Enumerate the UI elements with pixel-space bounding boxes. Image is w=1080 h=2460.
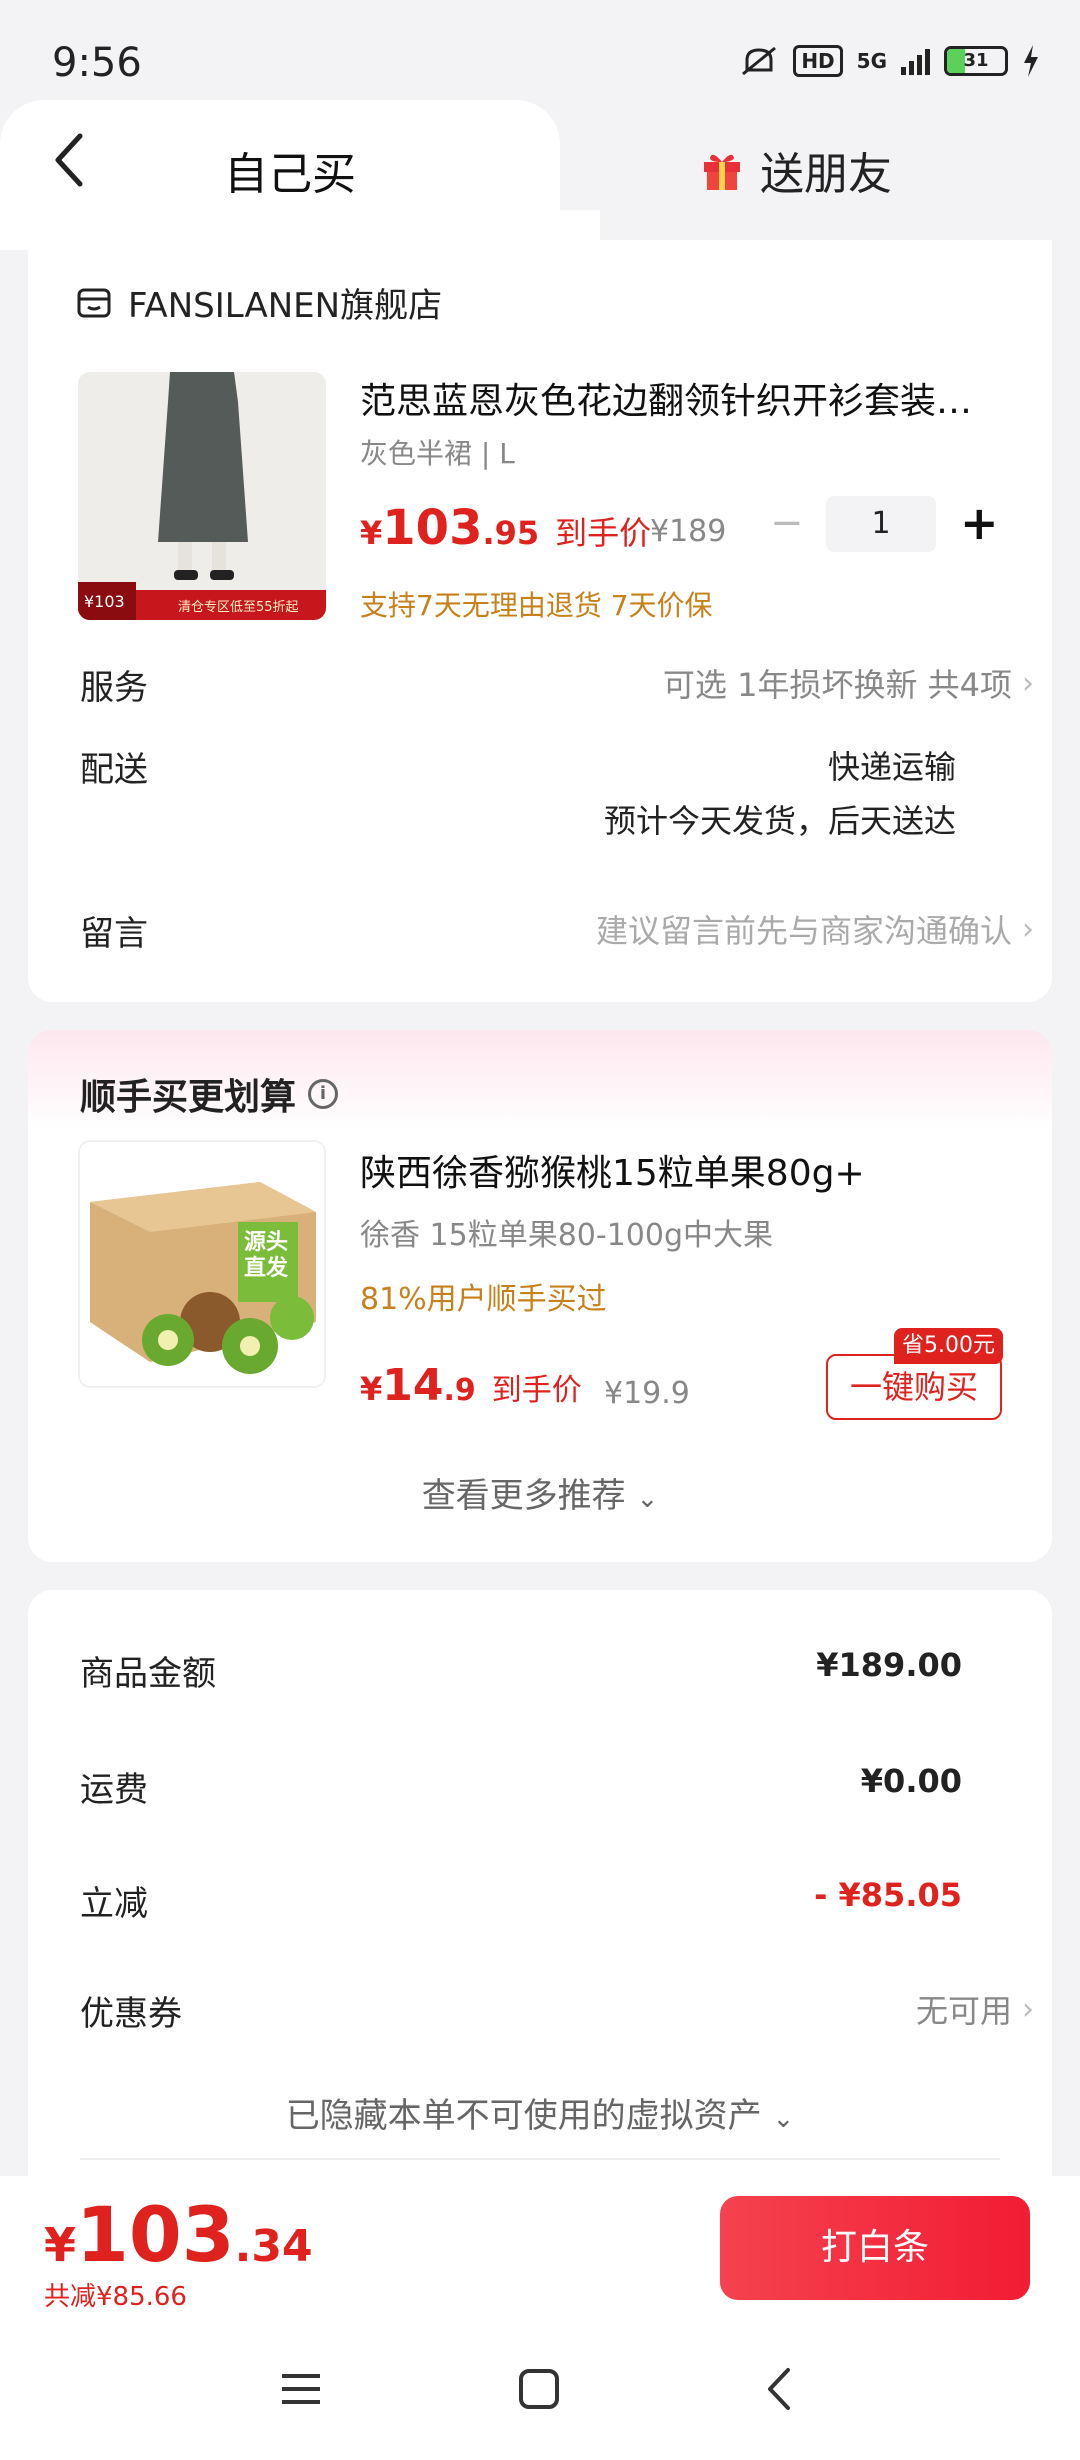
charging-icon [1024,45,1038,77]
store-icon [77,288,111,317]
status-time: 9:56 [52,40,142,86]
status-icons: HD 5G 31 [739,44,1040,78]
network-label: 5G [856,49,887,73]
menu-icon[interactable] [278,2366,324,2412]
recommend-title: 顺手买更划算 i [80,1068,339,1120]
rec-price-tag: 到手价 [491,1373,582,1408]
home-icon[interactable] [516,2366,562,2412]
tab-gift-label: 送朋友 [760,149,892,200]
coupon-row[interactable]: 无可用 › [916,1986,1034,2032]
recommend-title-text: 顺手买更划算 [80,1077,297,1118]
price-tag: 到手价 [555,514,652,552]
store-row[interactable]: FANSILANEN旗舰店 [76,278,442,327]
recommend-name[interactable]: 陕西徐香猕猴桃15粒单果80g+ [360,1144,865,1196]
discount-label: 立减 [80,1884,148,1924]
store-name: FANSILANEN旗舰店 [128,286,443,326]
price-int: 103 [382,500,483,556]
hd-icon: HD [793,45,843,77]
recommend-orig-price: ¥19.9 [604,1376,690,1411]
message-row[interactable]: 建议留言前先与商家沟通确认 › [596,906,1034,952]
shipping-value: ¥0.00 [860,1762,962,1800]
total-currency: ¥ [44,2218,77,2272]
chevron-right-icon: › [1022,665,1034,701]
guarantee-text: 支持7天无理由退货 7天价保 [360,589,713,622]
product-title[interactable]: 范思蓝恩灰色花边翻领针织开衫套装女… [360,372,1000,424]
goods-amount-value: ¥189.00 [816,1646,962,1684]
delivery-label: 配送 [80,750,148,790]
message-placeholder: 建议留言前先与商家沟通确认 [595,912,1012,950]
chevron-right-icon: › [1022,1991,1034,2027]
total-saved: 共减¥85.66 [44,2282,187,2312]
shipping-label: 运费 [80,1770,148,1810]
image-badge-text: 清仓专区低至55折起 [178,600,299,615]
recommend-pct: 81%用户顺手买过 [360,1282,607,1317]
quantity-minus-button[interactable]: − [770,500,804,546]
price-dec: .95 [482,514,540,552]
service-row[interactable]: 可选 1年损坏换新 共4项 › [663,660,1034,706]
hidden-assets-label: 已隐藏本单不可使用的虚拟资产 [285,2096,762,2136]
hidden-assets-link[interactable]: 已隐藏本单不可使用的虚拟资产 ⌄ [28,2088,1052,2137]
message-label: 留言 [80,914,148,954]
save-badge: 省5.00元 [894,1328,1003,1364]
total-int: 103 [76,2190,235,2279]
product-sku[interactable]: 灰色半裙 | L [360,432,515,472]
total-price: ¥ 103 .34 [44,2190,313,2279]
recommend-price: ¥ 14 .9 到手价 [360,1360,582,1411]
image-badge-price: ¥103 [84,592,125,611]
rec-price-dec: .9 [443,1373,476,1408]
chevron-right-icon: › [1022,911,1034,947]
total-dec: .34 [234,2221,313,2272]
skirt-image [78,372,326,620]
service-label: 服务 [80,668,148,708]
box-text: 源头直发 [244,1230,289,1281]
quantity-plus-button[interactable]: + [960,496,999,550]
tab-self[interactable]: 自己买 [0,138,580,202]
coupon-label: 优惠券 [80,1994,182,2034]
more-recommend-link[interactable]: 查看更多推荐 ⌄ [28,1468,1052,1517]
info-icon[interactable]: i [308,1079,339,1109]
rec-price-int: 14 [382,1360,444,1411]
coupon-value: 无可用 [915,1992,1012,2030]
mute-vibrate-icon [742,46,777,76]
delivery-eta: 预计今天发货，后天送达 [603,802,956,840]
product-image[interactable]: ¥103 清仓专区低至55折起 [78,372,326,620]
back-nav-icon[interactable] [758,2366,804,2412]
tab-gift[interactable]: 送朋友 [700,138,892,202]
discount-value: - ¥85.05 [814,1876,962,1914]
service-value: 可选 1年损坏换新 共4项 [662,666,1012,704]
quantity-input[interactable]: 1 [826,496,936,552]
battery-icon: 31 [944,46,1008,76]
delivery-method: 快递运输 [827,748,956,786]
chevron-down-icon: ⌄ [636,1484,659,1514]
divider [80,2158,1000,2160]
battery-level: 31 [963,50,989,71]
recommend-image[interactable]: 源头直发 [78,1140,326,1388]
price-currency: ¥ [360,514,383,552]
signal-icon [901,47,930,75]
product-price: ¥ 103 .95 到手价 [360,500,651,556]
gift-icon [704,154,740,190]
original-price: ¥189 [650,514,727,549]
more-recommend-label: 查看更多推荐 [421,1476,626,1516]
pay-button[interactable]: 打白条 [720,2196,1030,2300]
chevron-down-icon: ⌄ [772,2104,795,2134]
rec-price-currency: ¥ [360,1370,383,1408]
goods-amount-label: 商品金额 [80,1654,216,1694]
recommend-sub: 徐香 15粒单果80-100g中大果 [360,1218,774,1253]
